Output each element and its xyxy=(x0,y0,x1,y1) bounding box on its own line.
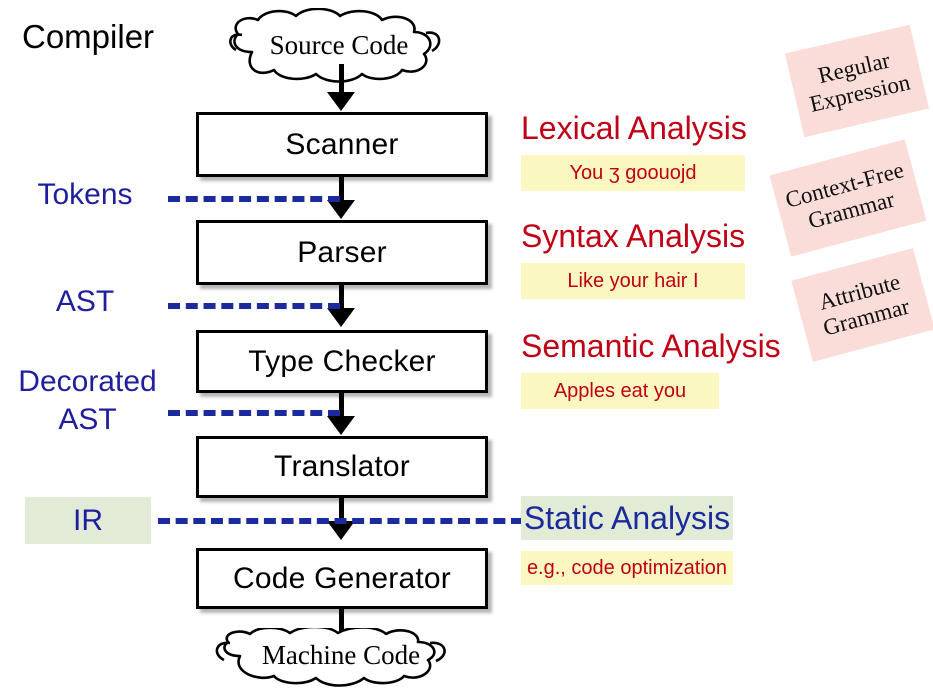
cloud-label-source-code: Source Code xyxy=(269,30,409,60)
diagram-canvas: Compiler Source Code Scanner Tokens Pars… xyxy=(0,0,933,687)
phase-example-semantic-analysis-text: Apples eat you xyxy=(553,379,687,402)
stage-box-scanner[interactable]: Scanner xyxy=(196,112,488,177)
phase-label-lexical-analysis: Lexical Analysis xyxy=(521,110,747,146)
phase-example-static-analysis-text: e.g., code optimization xyxy=(526,556,728,579)
phase-example-lexical-analysis-text: You ʒ goouojd xyxy=(569,161,697,184)
phase-label-static-analysis-text: Static Analysis xyxy=(523,499,731,536)
stage-label-scanner: Scanner xyxy=(285,127,399,161)
formalism-tag-regular-expression: Regular Expression xyxy=(784,24,930,138)
cloud-label-machine-code: Machine Code xyxy=(261,640,421,670)
phase-label-syntax-analysis: Syntax Analysis xyxy=(521,218,746,254)
data-label-decorated-ast-line1: Decorated xyxy=(18,365,157,398)
phase-label-semantic-analysis: Semantic Analysis xyxy=(521,328,781,364)
stage-label-type-checker: Type Checker xyxy=(248,344,436,378)
page-title: Compiler xyxy=(22,18,155,55)
arrow-scanner-to-parser-head xyxy=(327,200,355,219)
arrow-parser-to-typechecker-head xyxy=(327,308,355,327)
phase-label-static-analysis: Static Analysis xyxy=(521,496,733,540)
stage-box-code-generator[interactable]: Code Generator xyxy=(196,548,488,609)
dashed-separator-ir xyxy=(158,518,523,524)
data-label-ast: AST xyxy=(55,285,115,318)
arrow-source-to-scanner-head xyxy=(327,92,355,111)
stage-box-translator[interactable]: Translator xyxy=(196,436,488,498)
data-label-decorated-ast-line2: AST xyxy=(58,403,117,436)
formalism-tag-context-free-grammar: Context-Free Grammar xyxy=(769,139,927,257)
dashed-separator-tokens xyxy=(168,196,340,202)
arrow-typechecker-to-translator-head xyxy=(327,416,355,435)
phase-example-static-analysis: e.g., code optimization xyxy=(521,551,733,585)
data-label-ir: IR xyxy=(25,497,151,544)
phase-example-syntax-analysis: Like your hair I xyxy=(521,263,745,299)
stage-label-code-generator: Code Generator xyxy=(233,561,451,595)
data-label-ir-text: IR xyxy=(73,503,103,537)
stage-label-parser: Parser xyxy=(297,235,387,269)
phase-example-syntax-analysis-text: Like your hair I xyxy=(567,269,699,292)
dashed-separator-decorated-ast xyxy=(168,410,340,416)
stage-box-parser[interactable]: Parser xyxy=(196,220,488,285)
stage-box-type-checker[interactable]: Type Checker xyxy=(196,330,488,393)
phase-example-semantic-analysis: Apples eat you xyxy=(521,373,719,409)
stage-label-translator: Translator xyxy=(274,450,410,483)
data-label-tokens: Tokens xyxy=(37,178,133,211)
formalism-tag-attribute-grammar: Attribute Grammar xyxy=(791,248,933,362)
dashed-separator-ast xyxy=(168,303,340,309)
phase-example-lexical-analysis: You ʒ goouojd xyxy=(521,155,745,191)
